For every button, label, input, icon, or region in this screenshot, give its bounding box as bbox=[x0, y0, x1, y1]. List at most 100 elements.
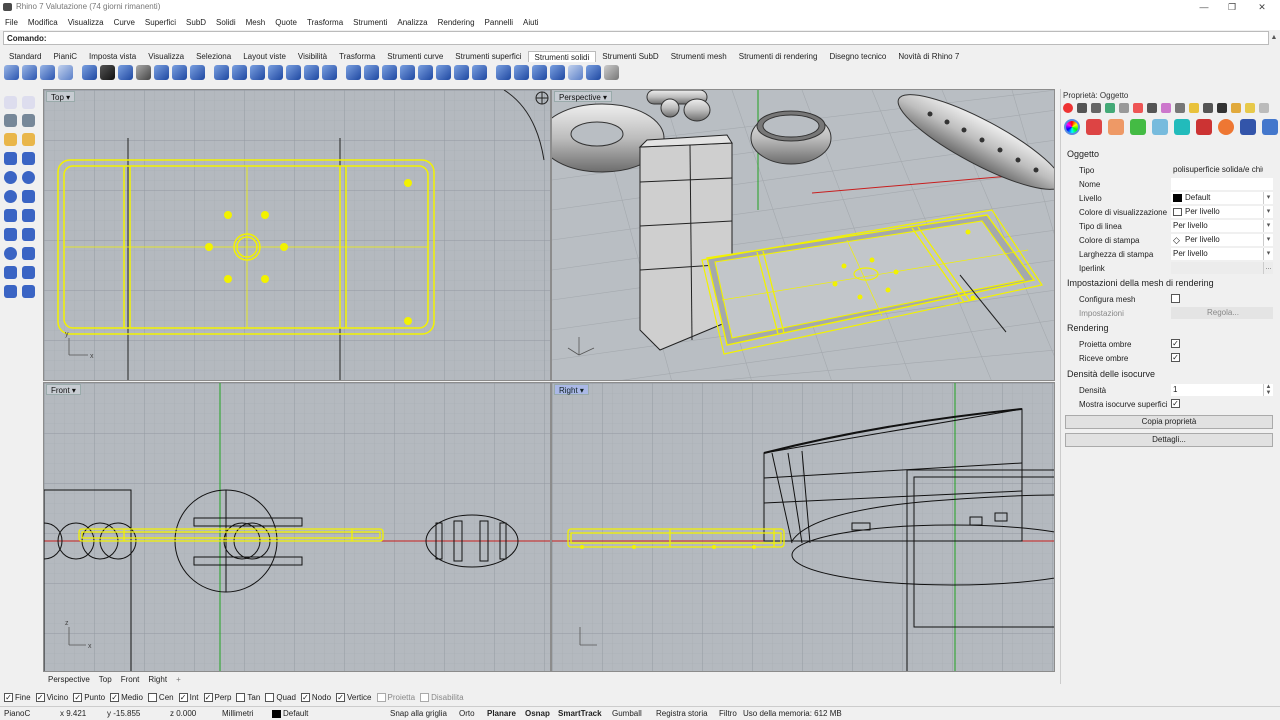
tab-trasforma[interactable]: Trasforma bbox=[333, 51, 381, 62]
show-isocurves-checkbox[interactable]: ✓ bbox=[1171, 399, 1180, 408]
cylinder-icon[interactable] bbox=[4, 228, 17, 241]
move-hole-icon[interactable] bbox=[286, 65, 301, 80]
menu-analizza[interactable]: Analizza bbox=[392, 18, 432, 27]
panel-more-icon[interactable] bbox=[1259, 103, 1269, 113]
menu-pannelli[interactable]: Pannelli bbox=[480, 18, 518, 27]
fillet-edge-icon[interactable] bbox=[100, 65, 115, 80]
tab-visibilita[interactable]: Visibilità bbox=[292, 51, 333, 62]
custom-mesh-checkbox[interactable] bbox=[1171, 294, 1180, 303]
viewport-top[interactable]: x y Top ▾ bbox=[43, 89, 551, 381]
receive-shadows-checkbox[interactable]: ✓ bbox=[1171, 353, 1180, 362]
osnap-point-checkbox[interactable]: ✓ bbox=[73, 692, 83, 702]
tab-strumenti-rendering[interactable]: Strumenti di rendering bbox=[733, 51, 824, 62]
osnap-project[interactable]: Proietta bbox=[376, 692, 415, 702]
adjust-mesh-button[interactable]: Regola... bbox=[1171, 307, 1273, 319]
tab-strumenti-curve[interactable]: Strumenti curve bbox=[381, 51, 449, 62]
status-layer[interactable]: Default bbox=[283, 709, 308, 718]
panel-document-icon[interactable] bbox=[1175, 103, 1185, 113]
cone-icon[interactable] bbox=[4, 209, 17, 222]
osnap-vertex-checkbox[interactable]: ✓ bbox=[336, 692, 346, 702]
osnap-tan-checkbox[interactable] bbox=[236, 692, 246, 702]
osnap-near[interactable]: ✓ Vicino bbox=[35, 692, 68, 702]
density-input[interactable]: 1 bbox=[1171, 384, 1263, 396]
osnap-quad[interactable]: Quad bbox=[265, 692, 296, 702]
osnap-quad-checkbox[interactable] bbox=[265, 692, 275, 702]
osnap-disable-checkbox[interactable] bbox=[420, 692, 430, 702]
viewport-right[interactable]: Right ▾ bbox=[551, 382, 1055, 672]
cap-icon[interactable] bbox=[154, 65, 169, 80]
osnap-tan[interactable]: Tan bbox=[236, 692, 260, 702]
prop-hyperlink-input[interactable] bbox=[1171, 262, 1263, 274]
shell-icon[interactable] bbox=[136, 65, 151, 80]
rib-icon[interactable] bbox=[550, 65, 565, 80]
panel-notification-icon[interactable] bbox=[1245, 103, 1255, 113]
panel-folder-icon[interactable] bbox=[1231, 103, 1241, 113]
tab-strumenti-mesh[interactable]: Strumenti mesh bbox=[665, 51, 733, 62]
viewport-front[interactable]: x z Front ▾ bbox=[43, 382, 551, 672]
material-icon[interactable] bbox=[1086, 119, 1102, 135]
dimension-solid-icon[interactable] bbox=[586, 65, 601, 80]
prop-layer-select[interactable]: Default bbox=[1171, 192, 1263, 204]
panel-display-icon[interactable] bbox=[1091, 103, 1101, 113]
prop-name-input[interactable] bbox=[1171, 178, 1273, 190]
status-cplane[interactable]: PianoC bbox=[4, 709, 30, 718]
object-properties-icon[interactable] bbox=[1064, 119, 1080, 135]
ellipsoid-icon[interactable] bbox=[22, 171, 35, 184]
prop-print-color-select[interactable]: ◇ Per livello bbox=[1171, 234, 1263, 246]
box-corner-icon[interactable] bbox=[22, 152, 35, 165]
displacement-icon[interactable] bbox=[1174, 119, 1190, 135]
menu-curve[interactable]: Curve bbox=[109, 18, 140, 27]
place-hole-icon[interactable] bbox=[364, 65, 379, 80]
panel-layers-icon[interactable] bbox=[1077, 103, 1087, 113]
menu-trasforma[interactable]: Trasforma bbox=[302, 18, 348, 27]
status-grid-snap[interactable]: Snap alla griglia bbox=[390, 709, 447, 718]
viewport-tab-top[interactable]: Top bbox=[99, 675, 112, 684]
copy-properties-button[interactable]: Copia proprietà bbox=[1065, 415, 1273, 429]
polyline-icon[interactable] bbox=[4, 114, 17, 127]
panel-textures-icon[interactable] bbox=[1217, 103, 1227, 113]
tube-icon[interactable] bbox=[22, 228, 35, 241]
osnap-project-checkbox[interactable] bbox=[376, 692, 386, 702]
panel-environment-icon[interactable] bbox=[1161, 103, 1171, 113]
density-spinner[interactable]: ▲ ▼ bbox=[1263, 384, 1273, 396]
tab-pianic[interactable]: PianiC bbox=[47, 51, 83, 62]
osnap-disable[interactable]: Disabilita bbox=[420, 692, 464, 702]
lock-solid-icon[interactable] bbox=[454, 65, 469, 80]
panel-materials-icon[interactable] bbox=[1133, 103, 1143, 113]
select-arrow-icon[interactable] bbox=[4, 96, 17, 109]
tab-strumenti-superfici[interactable]: Strumenti superfici bbox=[449, 51, 527, 62]
solid-edit-icon[interactable] bbox=[436, 65, 451, 80]
tab-imposta-vista[interactable]: Imposta vista bbox=[83, 51, 142, 62]
osnap-point[interactable]: ✓ Punto bbox=[73, 692, 105, 702]
surface-icon[interactable] bbox=[4, 285, 17, 298]
prop-print-width-select[interactable]: Per livello bbox=[1171, 248, 1263, 260]
osnap-end-checkbox[interactable]: ✓ bbox=[4, 692, 13, 702]
osnap-int-checkbox[interactable]: ✓ bbox=[178, 692, 188, 702]
prop-display-color-select[interactable]: Per livello bbox=[1171, 206, 1263, 218]
top-viewport-canvas[interactable]: x y bbox=[44, 90, 551, 381]
status-ortho[interactable]: Orto bbox=[459, 709, 475, 718]
tab-novita-rhino7[interactable]: Novità di Rhino 7 bbox=[892, 51, 965, 62]
viewport-tab-right[interactable]: Right bbox=[148, 675, 167, 684]
solid-points-icon[interactable] bbox=[418, 65, 433, 80]
menu-visualizza[interactable]: Visualizza bbox=[63, 18, 109, 27]
prop-layer-dropdown[interactable]: ▾ bbox=[1263, 192, 1273, 204]
viewport-label-top[interactable]: Top ▾ bbox=[46, 91, 76, 102]
menu-rendering[interactable]: Rendering bbox=[433, 18, 480, 27]
osnap-mid-checkbox[interactable]: ✓ bbox=[110, 692, 120, 702]
status-smarttrack[interactable]: SmartTrack bbox=[558, 709, 602, 718]
prop-linetype-dropdown[interactable]: ▾ bbox=[1263, 220, 1273, 232]
command-history-scroll[interactable]: ▲ bbox=[1268, 31, 1280, 45]
status-gumball[interactable]: Gumball bbox=[612, 709, 642, 718]
prop-print-width-dropdown[interactable]: ▾ bbox=[1263, 248, 1273, 260]
boolean-union-icon[interactable] bbox=[4, 65, 19, 80]
osnap-knot[interactable]: ✓ Nodo bbox=[300, 692, 331, 702]
menu-aiuti[interactable]: Aiuti bbox=[518, 18, 544, 27]
circle-icon[interactable] bbox=[4, 133, 17, 146]
prop-display-color-dropdown[interactable]: ▾ bbox=[1263, 206, 1273, 218]
truncated-cone-icon[interactable] bbox=[22, 247, 35, 260]
osnap-int[interactable]: ✓ Int bbox=[178, 692, 199, 702]
menu-mesh[interactable]: Mesh bbox=[241, 18, 271, 27]
panel-help-icon[interactable] bbox=[1105, 103, 1115, 113]
tab-seleziona[interactable]: Seleziona bbox=[190, 51, 237, 62]
